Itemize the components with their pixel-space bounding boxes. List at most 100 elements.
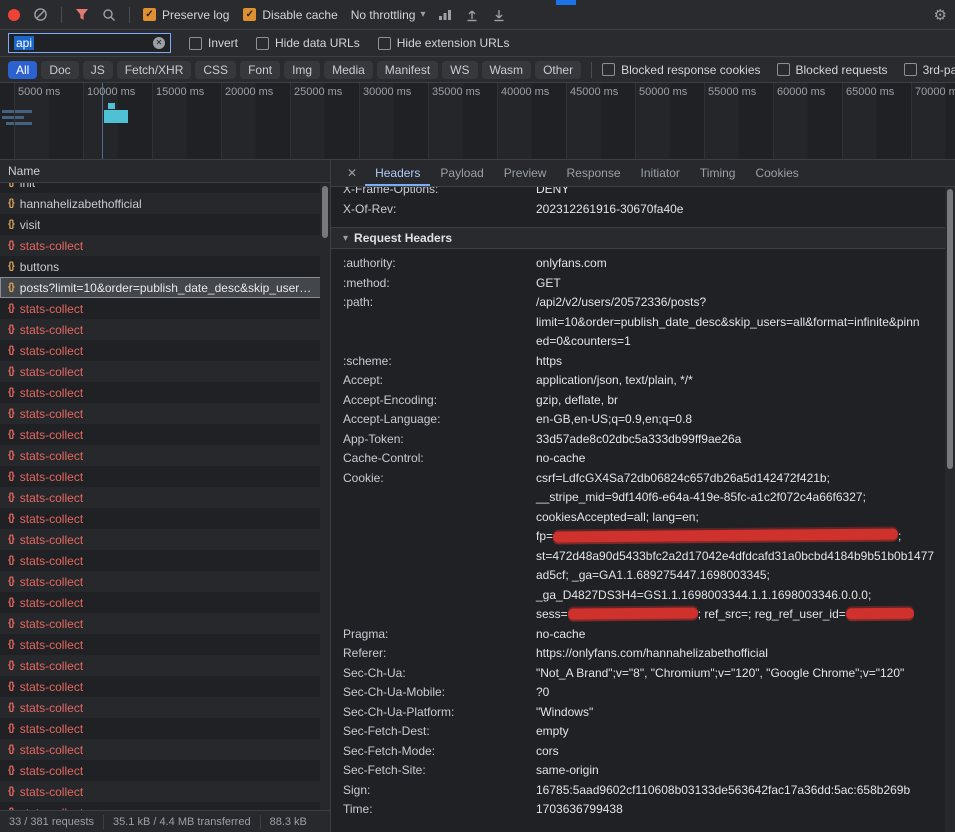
tab-response[interactable]: Response: [556, 160, 630, 186]
checkbox-box[interactable]: ✓: [143, 8, 156, 21]
filter-chip-font[interactable]: Font: [240, 61, 280, 79]
request-row[interactable]: {}stats-collect: [0, 382, 330, 403]
request-row[interactable]: {}stats-collect: [0, 340, 330, 361]
request-row[interactable]: {}stats-collect: [0, 319, 330, 340]
checkbox-hide-extension-urls[interactable]: Hide extension URLs: [378, 36, 510, 50]
request-row[interactable]: {}stats-collect: [0, 634, 330, 655]
filter-icon[interactable]: [75, 8, 89, 21]
checkbox-box[interactable]: [189, 37, 202, 50]
checkbox-invert[interactable]: Invert: [189, 36, 238, 50]
checkbox-disable-cache[interactable]: ✓Disable cache: [243, 8, 337, 22]
tab-headers[interactable]: Headers: [365, 160, 430, 186]
checkbox-box[interactable]: [904, 63, 917, 76]
request-row[interactable]: {}stats-collect: [0, 466, 330, 487]
request-list-scrollbar[interactable]: [320, 183, 330, 810]
filter-input[interactable]: api ✕: [8, 33, 171, 53]
tab-payload[interactable]: Payload: [430, 160, 493, 186]
filter-chip-css[interactable]: CSS: [195, 61, 236, 79]
request-name: stats-collect: [20, 512, 83, 526]
request-row[interactable]: {}stats-collect: [0, 802, 330, 810]
request-row[interactable]: {}stats-collect: [0, 781, 330, 802]
filter-chip-js[interactable]: JS: [83, 61, 113, 79]
search-icon[interactable]: [102, 8, 116, 22]
timeline-label: 55000 ms: [708, 86, 756, 98]
request-row[interactable]: {}init: [0, 183, 330, 193]
request-row[interactable]: {}stats-collect: [0, 718, 330, 739]
request-row[interactable]: {}stats-collect: [0, 592, 330, 613]
request-row[interactable]: {}stats-collect: [0, 571, 330, 592]
tab-initiator[interactable]: Initiator: [631, 160, 690, 186]
close-icon[interactable]: ✕: [339, 166, 365, 180]
details-scrollbar[interactable]: [945, 187, 955, 832]
scrollbar-thumb[interactable]: [947, 189, 953, 469]
record-icon[interactable]: [8, 9, 20, 21]
waterfall-bar: [108, 103, 115, 109]
request-name: stats-collect: [20, 785, 83, 799]
import-har-icon[interactable]: [465, 8, 479, 22]
request-headers-section[interactable]: ▾ Request Headers: [331, 227, 945, 249]
request-row[interactable]: {}stats-collect: [0, 760, 330, 781]
checkbox-hide-data-urls[interactable]: Hide data URLs: [256, 36, 360, 50]
filter-chip-doc[interactable]: Doc: [41, 61, 78, 79]
checkbox-3rd-party-requests[interactable]: 3rd-party requests: [904, 63, 955, 77]
filter-chip-ws[interactable]: WS: [442, 61, 477, 79]
request-row[interactable]: {}stats-collect: [0, 235, 330, 256]
timeline-label: 30000 ms: [363, 86, 411, 98]
request-row[interactable]: {}stats-collect: [0, 676, 330, 697]
checkbox-box[interactable]: ✓: [243, 8, 256, 21]
request-name: stats-collect: [20, 470, 83, 484]
request-row[interactable]: {}visit: [0, 214, 330, 235]
request-row[interactable]: {}stats-collect: [0, 424, 330, 445]
timeline-overview[interactable]: 5000 ms10000 ms15000 ms20000 ms25000 ms3…: [0, 83, 955, 160]
redaction-scribble: [846, 608, 914, 620]
clear-filter-icon[interactable]: ✕: [153, 37, 165, 49]
checkbox-box[interactable]: [777, 63, 790, 76]
filter-chip-other[interactable]: Other: [535, 61, 581, 79]
checkbox-box[interactable]: [256, 37, 269, 50]
throttling-select[interactable]: No throttling ▾: [351, 8, 426, 22]
request-row[interactable]: {}posts?limit=10&order=publish_date_desc…: [0, 277, 330, 298]
checkbox-blocked-requests[interactable]: Blocked requests: [777, 63, 888, 77]
request-row[interactable]: {}stats-collect: [0, 445, 330, 466]
request-row[interactable]: {}stats-collect: [0, 487, 330, 508]
filter-chip-all[interactable]: All: [8, 61, 37, 79]
network-conditions-icon[interactable]: [438, 8, 452, 21]
tab-preview[interactable]: Preview: [494, 160, 557, 186]
settings-gear-icon[interactable]: ⚙: [934, 6, 947, 24]
request-row[interactable]: {}stats-collect: [0, 655, 330, 676]
filter-chip-manifest[interactable]: Manifest: [377, 61, 438, 79]
checkbox-label: Hide extension URLs: [397, 36, 510, 50]
request-row[interactable]: {}stats-collect: [0, 298, 330, 319]
request-row[interactable]: {}stats-collect: [0, 613, 330, 634]
timeline-label: 15000 ms: [156, 86, 204, 98]
clear-icon[interactable]: [33, 7, 48, 22]
request-row[interactable]: {}buttons: [0, 256, 330, 277]
filter-chip-media[interactable]: Media: [324, 61, 373, 79]
tab-timing[interactable]: Timing: [690, 160, 746, 186]
tab-cookies[interactable]: Cookies: [745, 160, 808, 186]
request-row[interactable]: {}stats-collect: [0, 739, 330, 760]
request-name: stats-collect: [20, 659, 83, 673]
name-column-header[interactable]: Name: [0, 160, 330, 183]
checkbox-preserve-log[interactable]: ✓Preserve log: [143, 8, 229, 22]
filter-chip-wasm[interactable]: Wasm: [482, 61, 532, 79]
xhr-braces-icon: {}: [8, 492, 14, 503]
request-row[interactable]: {}stats-collect: [0, 697, 330, 718]
request-row[interactable]: {}stats-collect: [0, 403, 330, 424]
export-har-icon[interactable]: [492, 8, 506, 22]
filter-chip-fetch-xhr[interactable]: Fetch/XHR: [117, 61, 192, 79]
checkbox-blocked-response-cookies[interactable]: Blocked response cookies: [602, 63, 760, 77]
request-row[interactable]: {}stats-collect: [0, 361, 330, 382]
xhr-braces-icon: {}: [8, 324, 14, 335]
request-row[interactable]: {}stats-collect: [0, 529, 330, 550]
request-row[interactable]: {}stats-collect: [0, 508, 330, 529]
request-row[interactable]: {}stats-collect: [0, 550, 330, 571]
checkbox-box[interactable]: [602, 63, 615, 76]
filter-chip-img[interactable]: Img: [284, 61, 320, 79]
header-value: 202312261916-30670fa40e: [536, 200, 945, 220]
header-name: :authority:: [331, 254, 536, 274]
checkbox-box[interactable]: [378, 37, 391, 50]
collapse-triangle-icon[interactable]: ▾: [343, 233, 348, 244]
scrollbar-thumb[interactable]: [322, 186, 328, 238]
request-row[interactable]: {}hannahelizabethofficial: [0, 193, 330, 214]
